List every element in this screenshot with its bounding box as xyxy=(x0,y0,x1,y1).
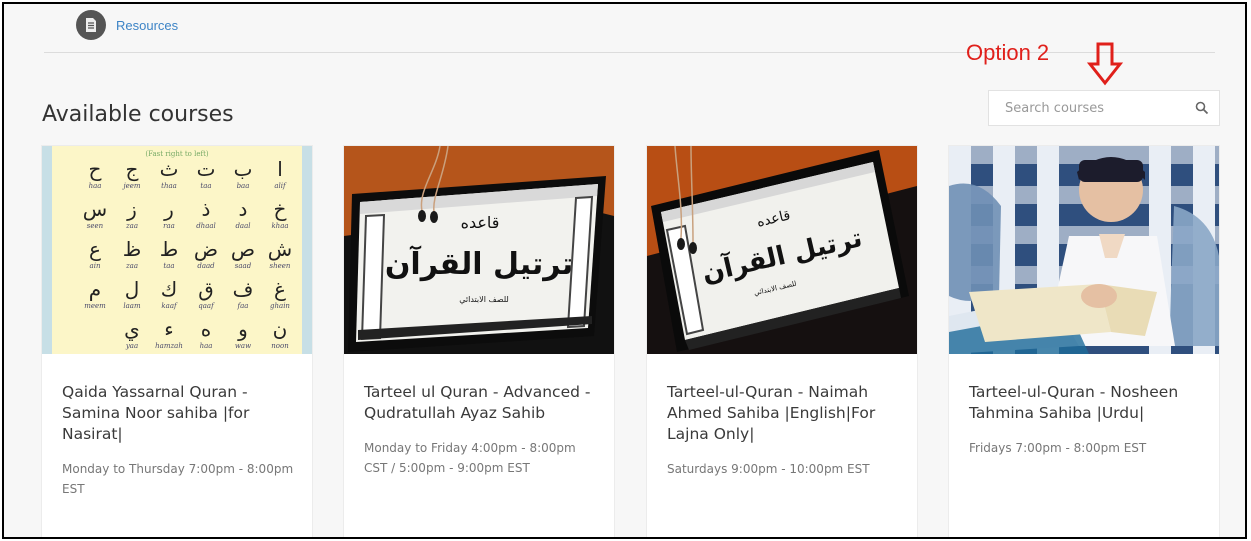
letter-name: dhaal xyxy=(196,222,216,230)
arabic-letter: ي xyxy=(124,317,140,342)
search-input[interactable] xyxy=(1003,99,1195,117)
course-schedule: Monday to Friday 4:00pm - 8:00pm CST / 5… xyxy=(364,441,576,475)
letter-name: zaa xyxy=(125,262,138,270)
letter-name: saad xyxy=(235,262,252,270)
arabic-letter: ء xyxy=(164,317,173,341)
letter-name: daal xyxy=(235,222,250,230)
course-image-tablet-screen[interactable]: قاعده ترتيل القرآن للصف الابتدائي xyxy=(344,146,614,354)
search-box[interactable] xyxy=(988,90,1220,126)
letter-name: laam xyxy=(123,302,141,310)
course-card[interactable]: قاعده ترتيل القرآن للصف الابتدائي Tartee… xyxy=(343,145,615,537)
screen-text-bottom: للصف الابتدائي xyxy=(459,295,509,304)
letter-name: daad xyxy=(197,262,215,270)
arabic-letter: ا xyxy=(277,157,283,181)
arabic-letter: ز xyxy=(126,197,137,221)
letter-name: hamzah xyxy=(155,342,183,350)
resources-nav[interactable]: Resources xyxy=(76,10,178,40)
letter-name: taa xyxy=(200,182,211,190)
arabic-letter: ن xyxy=(273,317,288,341)
letter-name: taa xyxy=(163,262,174,270)
course-card[interactable]: Tarteel-ul-Quran - Nosheen Tahmina Sahib… xyxy=(948,145,1220,537)
arabic-letter: خ xyxy=(274,197,287,221)
letter-name: ghain xyxy=(270,302,290,310)
arabic-letter: ت xyxy=(197,157,216,181)
letter-name: seen xyxy=(87,222,104,230)
arabic-letter: غ xyxy=(274,277,286,301)
letter-name: thaa xyxy=(161,182,177,190)
course-schedule: Monday to Thursday 7:00pm - 8:00pm EST xyxy=(62,462,294,496)
arabic-letter: ظ xyxy=(123,237,142,261)
course-title[interactable]: Tarteel-ul-Quran - Nosheen Tahmina Sahib… xyxy=(969,382,1207,424)
arabic-letter: ه xyxy=(201,317,211,341)
arabic-letter: ف xyxy=(233,277,254,301)
annotation-label: Option 2 xyxy=(966,40,1050,65)
course-schedule: Saturdays 9:00pm - 10:00pm EST xyxy=(667,462,870,476)
arabic-letter: ث xyxy=(160,157,179,181)
arabic-letter: ص xyxy=(231,237,255,261)
course-title[interactable]: Tarteel ul Quran - Advanced - Qudratulla… xyxy=(364,382,602,424)
search-icon[interactable] xyxy=(1195,101,1209,115)
letter-name: baa xyxy=(237,182,250,190)
arabic-letter: ع xyxy=(89,237,101,261)
letter-name: yaa xyxy=(125,342,138,350)
arabic-letter: ض xyxy=(194,237,218,261)
letter-name: faa xyxy=(237,302,249,310)
letter-name: haa xyxy=(89,182,102,190)
letter-name: sheen xyxy=(270,262,291,270)
arabic-letter: ط xyxy=(160,237,179,261)
letter-name: zaa xyxy=(125,222,138,230)
arabic-letter: د xyxy=(239,197,248,221)
letter-name: kaaf xyxy=(161,302,178,310)
arabic-letter: ج xyxy=(126,157,139,181)
resources-link[interactable]: Resources xyxy=(116,18,178,33)
letter-name: ain xyxy=(90,262,101,270)
arabic-letter: ل xyxy=(125,277,140,301)
course-image-alphabet-chart[interactable]: (Fast right to left) اalifبbaaتtaaثthaaج… xyxy=(42,146,312,354)
course-title[interactable]: Qaida Yassarnal Quran - Samina Noor sahi… xyxy=(62,382,300,445)
screen-text-main: ترتيل القرآن xyxy=(385,245,573,282)
letter-name: qaaf xyxy=(198,302,215,310)
course-card[interactable]: قاعده ترتيل القرآن للصف الابتدائي Tartee… xyxy=(646,145,918,537)
arabic-letter: ر xyxy=(163,197,174,221)
resources-icon xyxy=(76,10,106,40)
arabic-letter: ق xyxy=(198,277,214,301)
arabic-letter: ش xyxy=(268,237,292,261)
course-image-child-reading[interactable] xyxy=(949,146,1219,354)
letter-name: raa xyxy=(163,222,175,230)
letter-name: khaa xyxy=(271,222,288,230)
course-schedule: Fridays 7:00pm - 8:00pm EST xyxy=(969,441,1147,455)
arabic-letter: س xyxy=(83,197,107,221)
page-frame: Resources Option 2 Available courses (Fa… xyxy=(2,2,1247,539)
course-title[interactable]: Tarteel-ul-Quran - Naimah Ahmed Sahiba |… xyxy=(667,382,905,445)
arabic-letter: ك xyxy=(161,277,177,301)
letter-name: meem xyxy=(84,302,106,310)
arabic-letter: ح xyxy=(89,157,102,181)
arabic-letter: و xyxy=(237,317,248,341)
letter-name: alif xyxy=(274,182,287,190)
arabic-letter: ب xyxy=(234,157,253,181)
letter-name: haa xyxy=(200,342,213,350)
screen-text-top: قاعده xyxy=(461,213,500,232)
page-title: Available courses xyxy=(42,102,234,127)
arabic-letter: ذ xyxy=(202,197,211,221)
letter-name: jeem xyxy=(121,182,140,190)
letter-name: noon xyxy=(271,342,289,350)
arrow-down-icon xyxy=(1087,42,1123,86)
course-card[interactable]: (Fast right to left) ا alif ب baa ت taa ث thaa ج… xyxy=(41,145,313,537)
arabic-letter: م xyxy=(89,277,101,301)
course-image-tablet-tilted[interactable]: قاعده ترتيل القرآن للصف الابتدائي xyxy=(647,146,917,354)
letter-name: waw xyxy=(235,342,251,350)
